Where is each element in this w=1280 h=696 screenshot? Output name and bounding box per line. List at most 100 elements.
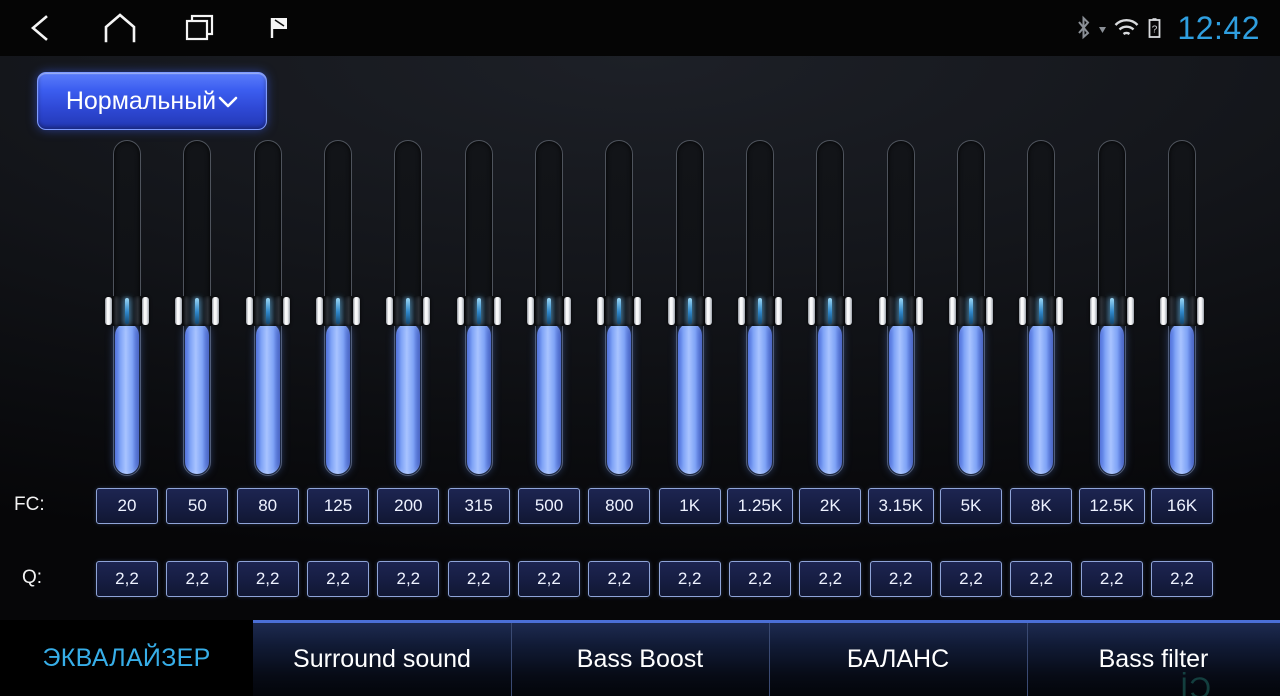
- thumb-glow-icon: [195, 298, 200, 324]
- fc-value-box[interactable]: 3.15K: [867, 488, 934, 524]
- fc-value-box[interactable]: 315: [447, 488, 510, 524]
- band-slider[interactable]: [948, 140, 994, 476]
- fc-value-box[interactable]: 1.25K: [727, 488, 793, 524]
- band-slider[interactable]: [596, 140, 642, 476]
- thumb-cap-left: [1019, 297, 1027, 325]
- thumb-glow-icon: [336, 298, 340, 324]
- q-value-box[interactable]: 2,2: [588, 561, 651, 597]
- slider-thumb[interactable]: [878, 296, 923, 326]
- recents-button[interactable]: [160, 0, 240, 56]
- band-slider[interactable]: [104, 140, 150, 476]
- slider-thumb[interactable]: [175, 296, 220, 326]
- band-slider[interactable]: [807, 140, 853, 476]
- slider-thumb[interactable]: [527, 296, 571, 326]
- home-button[interactable]: [80, 0, 160, 56]
- thumb-glow-icon: [828, 298, 833, 324]
- thumb-cap-left: [386, 297, 394, 325]
- q-value-box[interactable]: 2,2: [377, 561, 440, 597]
- q-value-box[interactable]: 2,2: [236, 561, 299, 597]
- back-button[interactable]: [0, 0, 80, 56]
- q-value-box[interactable]: 2,2: [518, 561, 580, 597]
- band-slider[interactable]: [245, 140, 291, 476]
- q-value-box[interactable]: 2,2: [307, 561, 369, 597]
- thumb-glow-icon: [265, 298, 270, 324]
- slider-thumb[interactable]: [597, 296, 642, 326]
- slider-thumb[interactable]: [456, 296, 501, 326]
- slider-thumb[interactable]: [1089, 296, 1134, 326]
- fc-value-box[interactable]: 1K: [658, 488, 721, 524]
- fc-value-box[interactable]: 80: [236, 488, 299, 524]
- tab-equalizer[interactable]: ЭКВАЛАЙЗЕР: [0, 620, 253, 696]
- thumb-cap-left: [667, 297, 675, 325]
- slider-thumb[interactable]: [949, 296, 993, 326]
- band-slider[interactable]: [456, 140, 502, 476]
- fc-value-box[interactable]: 2K: [799, 488, 862, 524]
- flag-button[interactable]: [240, 0, 320, 56]
- q-value-box[interactable]: 2,2: [1010, 561, 1073, 597]
- slider-thumb[interactable]: [1160, 296, 1204, 326]
- slider-fill: [185, 323, 210, 474]
- home-icon: [104, 13, 136, 43]
- tab-bass-boost[interactable]: Bass Boost: [511, 620, 769, 696]
- band-slider[interactable]: [315, 140, 361, 476]
- thumb-glow-icon: [1039, 298, 1044, 324]
- tab-surround-sound[interactable]: Surround sound: [253, 620, 511, 696]
- fc-value-box[interactable]: 20: [96, 488, 158, 524]
- fc-value-box[interactable]: 12.5K: [1078, 488, 1145, 524]
- thumb-glow-icon: [476, 298, 481, 324]
- fc-value-box[interactable]: 50: [166, 488, 229, 524]
- thumb-cap-right: [634, 297, 642, 325]
- band-slider[interactable]: [667, 140, 713, 476]
- q-value-box[interactable]: 2,2: [658, 561, 721, 597]
- fc-value-box[interactable]: 5K: [940, 488, 1002, 524]
- slider-fill: [115, 323, 139, 474]
- band-slider[interactable]: [1018, 140, 1064, 476]
- slider-thumb[interactable]: [808, 296, 853, 326]
- wifi-icon: [1115, 19, 1139, 36]
- slider-thumb[interactable]: [386, 296, 431, 326]
- q-value-box[interactable]: 2,2: [96, 561, 158, 597]
- recents-icon: [185, 14, 214, 41]
- slider-thumb[interactable]: [105, 296, 149, 326]
- slider-thumb[interactable]: [738, 296, 782, 326]
- slider-thumb[interactable]: [1019, 296, 1064, 326]
- thumb-cap-right: [1126, 297, 1134, 325]
- svg-text:?: ?: [1152, 25, 1158, 36]
- q-value-box[interactable]: 2,2: [729, 561, 791, 597]
- slider-thumb[interactable]: [245, 296, 290, 326]
- band-slider[interactable]: [737, 140, 783, 476]
- q-value-box[interactable]: 2,2: [799, 561, 862, 597]
- band-slider[interactable]: [385, 140, 431, 476]
- band-slider[interactable]: [878, 140, 924, 476]
- q-value-box[interactable]: 2,2: [940, 561, 1002, 597]
- q-value-box[interactable]: 2,2: [1080, 561, 1143, 597]
- q-row-label: Q:: [22, 567, 43, 588]
- preset-dropdown[interactable]: Нормальный: [37, 72, 267, 130]
- fc-value-box[interactable]: 800: [588, 488, 651, 524]
- q-value-box[interactable]: 2,2: [1151, 561, 1213, 597]
- thumb-cap-left: [105, 297, 112, 325]
- thumb-cap-left: [878, 297, 886, 325]
- fc-value-box[interactable]: 500: [518, 488, 580, 524]
- fc-value-box[interactable]: 8K: [1010, 488, 1073, 524]
- band-slider[interactable]: [1159, 140, 1205, 476]
- thumb-cap-left: [1160, 297, 1167, 325]
- tab-balance[interactable]: БАЛАНС: [769, 620, 1027, 696]
- thumb-cap-right: [704, 297, 712, 325]
- tab-bass-filter[interactable]: Bass filter: [1027, 620, 1280, 696]
- band-slider[interactable]: [526, 140, 572, 476]
- fc-value-box[interactable]: 200: [377, 488, 440, 524]
- slider-thumb[interactable]: [667, 296, 712, 326]
- band-slider[interactable]: [1089, 140, 1135, 476]
- band-slider[interactable]: [174, 140, 220, 476]
- fc-value-box[interactable]: 125: [307, 488, 369, 524]
- slider-fill: [255, 323, 280, 474]
- q-value-box[interactable]: 2,2: [869, 561, 932, 597]
- thumb-glow-icon: [1109, 298, 1114, 324]
- q-value-box[interactable]: 2,2: [447, 561, 510, 597]
- fc-row-label: FC:: [14, 494, 45, 515]
- q-value-box[interactable]: 2,2: [166, 561, 229, 597]
- fc-value-box[interactable]: 16K: [1151, 488, 1213, 524]
- slider-thumb[interactable]: [316, 296, 360, 326]
- thumb-cap-left: [738, 297, 745, 325]
